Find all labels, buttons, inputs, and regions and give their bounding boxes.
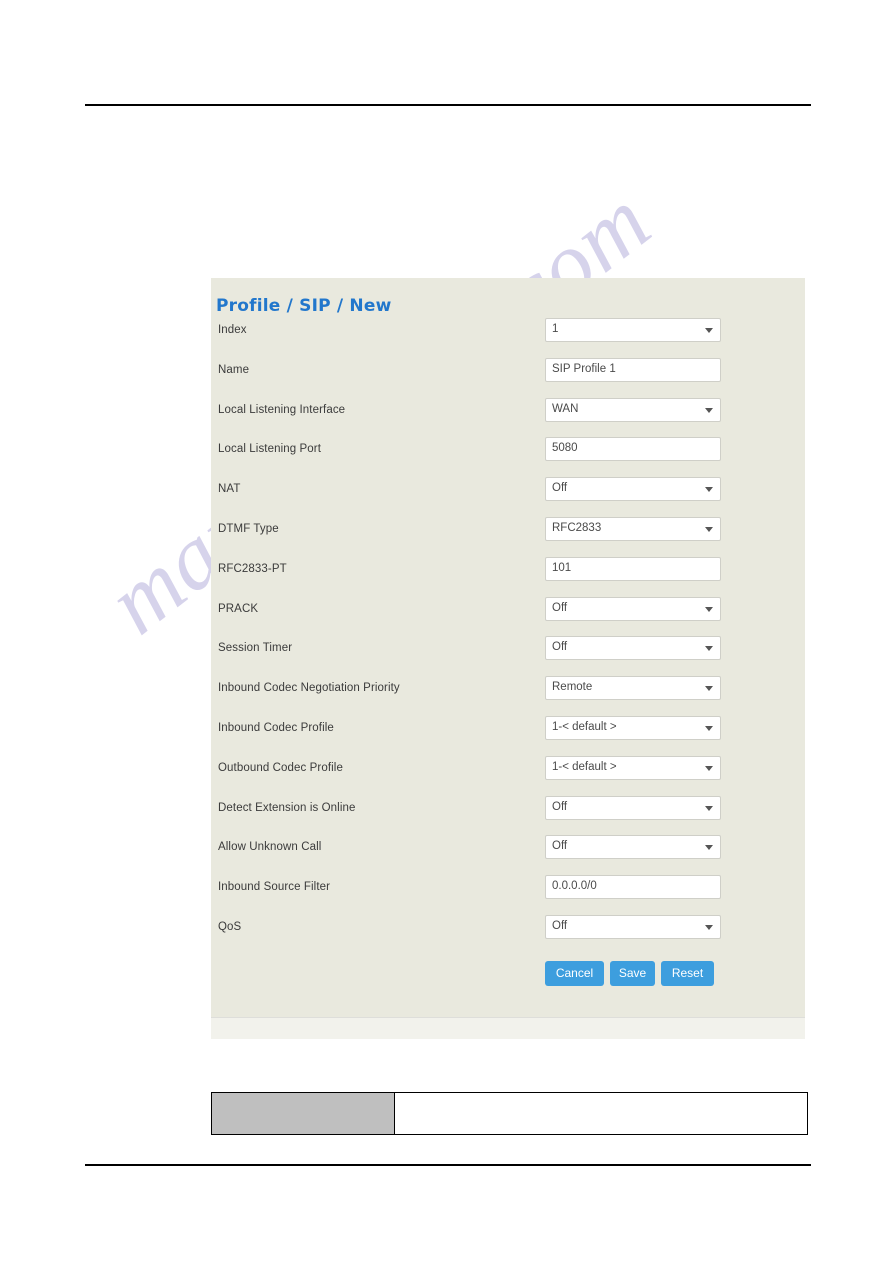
chevron-down-icon <box>705 686 713 692</box>
chevron-down-icon <box>705 924 713 930</box>
field-value: Off <box>552 919 568 932</box>
field-label: Name <box>218 363 250 376</box>
chevron-down-icon <box>705 606 713 612</box>
field-value: 101 <box>552 561 572 574</box>
field-label: QoS <box>218 920 242 933</box>
form-row: PRACK Off <box>211 595 805 635</box>
save-button[interactable]: Save <box>610 960 655 986</box>
field-label: Inbound Codec Negotiation Priority <box>218 682 400 695</box>
field-select[interactable]: RFC2833 <box>545 516 721 541</box>
field-value: SIP Profile 1 <box>552 362 616 375</box>
field-select[interactable]: Off <box>545 795 721 820</box>
field-value: 0.0.0.0/0 <box>552 880 597 893</box>
field-label: Outbound Codec Profile <box>218 761 343 774</box>
field-label: Local Listening Interface <box>218 403 346 416</box>
field-value: 5080 <box>552 442 578 455</box>
form-row: Allow Unknown Call Off <box>211 833 805 873</box>
form-row: Index 1 <box>211 316 805 356</box>
chevron-down-icon <box>705 646 713 652</box>
form-row: Detect Extension is Online Off <box>211 794 805 834</box>
form-row: DTMF Type RFC2833 <box>211 515 805 555</box>
form-row: NAT Off <box>211 475 805 515</box>
footer-divider <box>85 1164 811 1166</box>
cancel-button[interactable]: Cancel <box>545 960 604 986</box>
field-select[interactable]: Off <box>545 914 721 939</box>
field-label: Local Listening Port <box>218 443 322 456</box>
field-value: 1-< default > <box>552 720 617 733</box>
field-label: Detect Extension is Online <box>218 801 356 814</box>
field-value: Off <box>552 641 568 654</box>
field-label: Index <box>218 324 247 336</box>
field-value: Remote <box>552 681 593 694</box>
field-select[interactable]: Off <box>545 596 721 621</box>
bottom-table <box>211 1092 808 1135</box>
chevron-down-icon <box>705 725 713 731</box>
chevron-down-icon <box>705 407 713 413</box>
field-value: Off <box>552 800 568 813</box>
field-value: WAN <box>552 402 579 415</box>
field-label: DTMF Type <box>218 522 279 535</box>
field-value: Off <box>552 840 568 853</box>
field-label: RFC2833-PT <box>218 562 287 575</box>
field-label: Inbound Source Filter <box>218 881 331 894</box>
chevron-down-icon <box>705 487 713 493</box>
field-select[interactable]: Off <box>545 636 721 661</box>
table-cell-shaded <box>211 1092 395 1135</box>
field-value: 1 <box>552 323 559 335</box>
field-value: Off <box>552 482 568 495</box>
sip-profile-form: Index 1 Name SIP Profile 1 Local Listening I… <box>211 316 805 953</box>
chevron-down-icon <box>705 328 713 333</box>
form-row: RFC2833-PT 101 <box>211 555 805 595</box>
field-value: Off <box>552 601 568 614</box>
field-select[interactable]: Off <box>545 477 721 502</box>
field-select[interactable]: 1 <box>545 318 721 342</box>
panel-footer-strip <box>211 1016 805 1039</box>
panel-body: Profile / SIP / New Index 1 Name SIP Profil… <box>211 278 805 1017</box>
field-input[interactable]: 0.0.0.0/0 <box>545 875 721 900</box>
sip-profile-panel: Profile / SIP / New Index 1 Name SIP Profil… <box>211 278 805 1039</box>
form-row: Name SIP Profile 1 <box>211 356 805 396</box>
form-row: Outbound Codec Profile 1-< default > <box>211 754 805 794</box>
field-select[interactable]: 1-< default > <box>545 755 721 780</box>
field-input[interactable]: 5080 <box>545 437 721 462</box>
field-select[interactable]: 1-< default > <box>545 715 721 740</box>
field-label: PRACK <box>218 602 259 615</box>
chevron-down-icon <box>705 845 713 851</box>
field-label: NAT <box>218 483 241 496</box>
field-select[interactable]: Remote <box>545 676 721 701</box>
field-select[interactable]: WAN <box>545 397 721 422</box>
form-actions: Cancel Save Reset <box>211 960 805 995</box>
page-title: Profile / SIP / New <box>216 296 392 316</box>
form-row: QoS Off <box>211 913 805 953</box>
form-row: Inbound Codec Profile 1-< default > <box>211 714 805 754</box>
field-select[interactable]: Off <box>545 835 721 860</box>
field-label: Inbound Codec Profile <box>218 721 334 734</box>
chevron-down-icon <box>705 765 713 771</box>
field-label: Allow Unknown Call <box>218 841 322 854</box>
table-row <box>211 1092 808 1135</box>
reset-button[interactable]: Reset <box>661 960 714 986</box>
field-input[interactable]: 101 <box>545 556 721 581</box>
field-label: Session Timer <box>218 642 293 655</box>
chevron-down-icon <box>705 805 713 811</box>
form-row: Local Listening Port 5080 <box>211 435 805 475</box>
field-value: RFC2833 <box>552 521 602 534</box>
field-input[interactable]: SIP Profile 1 <box>545 357 721 382</box>
chevron-down-icon <box>705 526 713 532</box>
form-row: Local Listening Interface WAN <box>211 396 805 436</box>
header-divider <box>85 104 811 106</box>
field-value: 1-< default > <box>552 760 617 773</box>
form-row: Inbound Codec Negotiation Priority Remote <box>211 674 805 714</box>
table-cell-plain <box>394 1092 808 1135</box>
form-row: Session Timer Off <box>211 634 805 674</box>
form-row: Inbound Source Filter 0.0.0.0/0 <box>211 873 805 913</box>
